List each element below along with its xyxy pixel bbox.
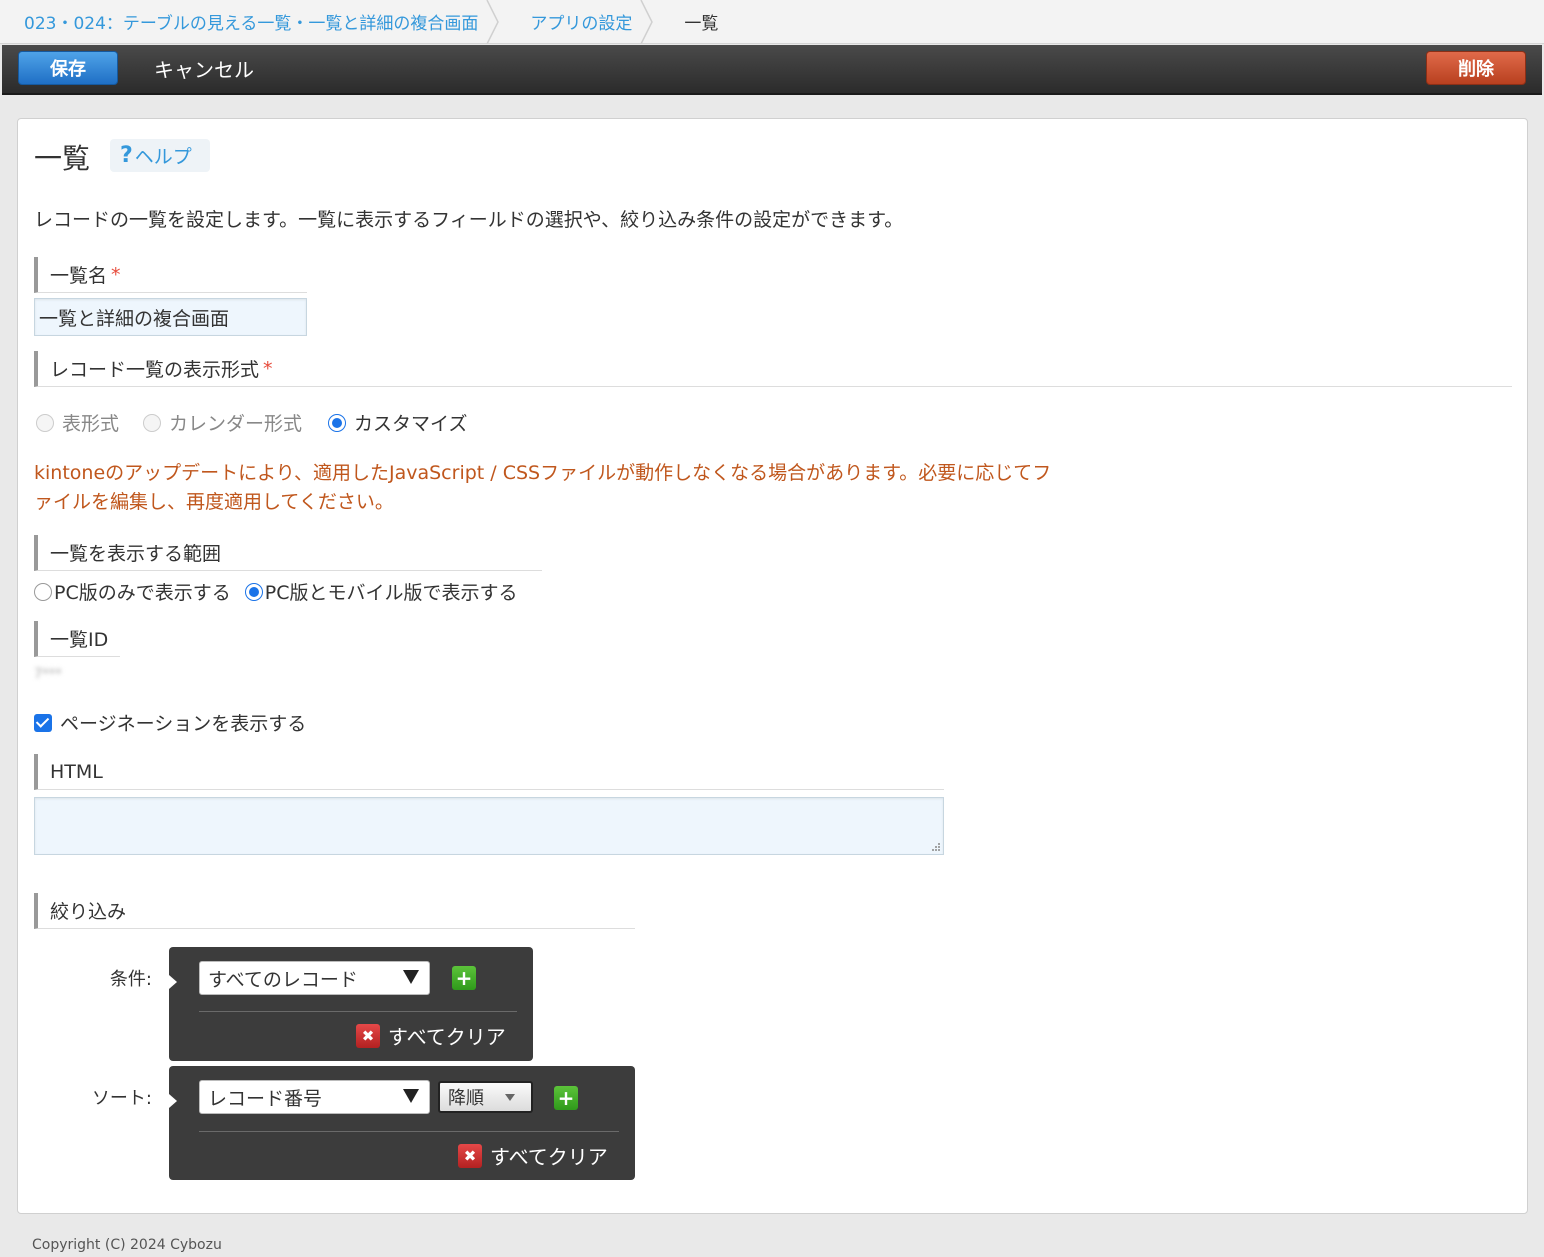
clear-conditions-button[interactable]: ✖ すべてクリア	[356, 1021, 506, 1050]
sort-order-select[interactable]: 降順	[438, 1081, 533, 1113]
radio-pc-only-label[interactable]: PC版のみで表示する	[54, 578, 231, 605]
warning-line-1: kintoneのアップデートにより、適用したJavaScript / CSSファ…	[34, 462, 1052, 484]
view-name-heading: 一覧名 *	[34, 257, 307, 293]
display-format-heading: レコード一覧の表示形式 *	[34, 351, 1512, 387]
clear-sort-button[interactable]: ✖ すべてクリア	[458, 1141, 608, 1170]
dropdown-arrow-icon	[505, 1094, 515, 1101]
radio-table-format[interactable]	[36, 413, 54, 432]
breadcrumb: 023・024：テーブルの見える一覧・一覧と詳細の複合画面 アプリの設定 一覧	[0, 0, 1544, 44]
required-mark: *	[111, 263, 121, 286]
condition-box: すべてのレコード + ✖ すべてクリア	[169, 947, 533, 1061]
save-button[interactable]: 保存	[18, 51, 118, 85]
view-name-label: 一覧名	[50, 265, 108, 287]
condition-select[interactable]: すべてのレコード	[199, 961, 430, 995]
clear-sort-label[interactable]: すべてクリア	[490, 1141, 608, 1170]
pagination-checkbox[interactable]	[34, 713, 52, 732]
radio-pc-only[interactable]	[34, 582, 52, 601]
pagination-option: ページネーションを表示する	[34, 709, 306, 736]
condition-label: 条件:	[109, 969, 152, 990]
view-name-input[interactable]: 一覧と詳細の複合画面	[34, 298, 307, 336]
delete-button[interactable]: 削除	[1426, 51, 1526, 85]
toolbar: 保存 キャンセル 削除	[2, 45, 1542, 95]
sort-box: レコード番号 降順 + ✖ すべてクリア	[169, 1066, 635, 1180]
radio-calendar-format[interactable]	[143, 413, 162, 432]
view-id-value: 7***	[34, 667, 62, 682]
resize-grip-icon[interactable]	[929, 840, 941, 852]
breadcrumb-current-label: 一覧	[684, 14, 719, 34]
close-icon: ✖	[458, 1143, 482, 1168]
breadcrumb-settings-link[interactable]: アプリの設定	[530, 0, 658, 44]
dropdown-arrow-icon	[403, 970, 419, 984]
filter-heading: 絞り込み	[34, 893, 635, 929]
radio-customize-label[interactable]: カスタマイズ	[354, 409, 467, 436]
filter-label: 絞り込み	[50, 901, 127, 923]
view-id-label: 一覧ID	[50, 629, 109, 651]
breadcrumb-current: 一覧	[684, 0, 744, 44]
add-condition-button[interactable]: +	[452, 966, 476, 990]
html-heading: HTML	[34, 754, 944, 790]
radio-table-format-label[interactable]: 表形式	[62, 409, 119, 436]
sort-order-value[interactable]: 降順	[448, 1084, 484, 1110]
pagination-label[interactable]: ページネーションを表示する	[60, 709, 306, 736]
divider	[199, 1011, 517, 1012]
breadcrumb-separator-icon	[640, 0, 654, 44]
divider	[199, 1131, 619, 1132]
radio-pc-and-mobile[interactable]	[244, 582, 263, 601]
condition-select-value[interactable]: すべてのレコード	[208, 965, 358, 992]
breadcrumb-separator-icon	[486, 0, 500, 44]
display-scope-options: PC版のみで表示する PC版とモバイル版で表示する	[34, 578, 517, 605]
radio-calendar-format-label[interactable]: カレンダー形式	[169, 409, 302, 436]
display-format-options: 表形式 カレンダー形式 カスタマイズ	[36, 409, 467, 436]
clear-conditions-label[interactable]: すべてクリア	[388, 1021, 506, 1050]
warning-line-2: ァイルを編集し、再度適用してください。	[34, 491, 394, 513]
add-sort-button[interactable]: +	[554, 1086, 578, 1110]
help-label[interactable]: ヘルプ	[135, 142, 192, 169]
breadcrumb-settings-label[interactable]: アプリの設定	[530, 9, 632, 34]
breadcrumb-app-label[interactable]: 023・024：テーブルの見える一覧・一覧と詳細の複合画面	[24, 9, 478, 34]
sort-field-value[interactable]: レコード番号	[208, 1084, 322, 1111]
html-label: HTML	[50, 760, 103, 783]
settings-panel: 一覧 ? ヘルプ レコードの一覧を設定します。一覧に表示するフィールドの選択や、…	[17, 118, 1528, 1214]
radio-customize[interactable]	[328, 413, 347, 432]
help-button[interactable]: ? ヘルプ	[110, 139, 210, 172]
breadcrumb-app-link[interactable]: 023・024：テーブルの見える一覧・一覧と詳細の複合画面	[0, 0, 504, 44]
sort-field-select[interactable]: レコード番号	[199, 1080, 430, 1114]
sort-label: ソート:	[91, 1088, 152, 1109]
html-textarea[interactable]	[34, 797, 944, 855]
display-format-label: レコード一覧の表示形式	[50, 359, 260, 381]
view-id-heading: 一覧ID	[34, 621, 120, 657]
page-description: レコードの一覧を設定します。一覧に表示するフィールドの選択や、絞り込み条件の設定…	[34, 209, 904, 231]
display-scope-heading: 一覧を表示する範囲	[34, 535, 542, 571]
question-icon: ?	[120, 143, 133, 168]
radio-pc-and-mobile-label[interactable]: PC版とモバイル版で表示する	[265, 578, 518, 605]
close-icon: ✖	[356, 1023, 380, 1048]
plus-icon: +	[455, 966, 473, 990]
footer-copyright: Copyright (C) 2024 Cybozu	[32, 1237, 222, 1253]
page-title: 一覧	[34, 142, 91, 175]
required-mark: *	[263, 357, 273, 380]
cancel-button[interactable]: キャンセル	[154, 51, 254, 85]
customize-warning: kintoneのアップデートにより、適用したJavaScript / CSSファ…	[34, 459, 1094, 517]
dropdown-arrow-icon	[403, 1089, 419, 1103]
display-scope-label: 一覧を表示する範囲	[50, 543, 222, 565]
plus-icon: +	[557, 1086, 575, 1110]
